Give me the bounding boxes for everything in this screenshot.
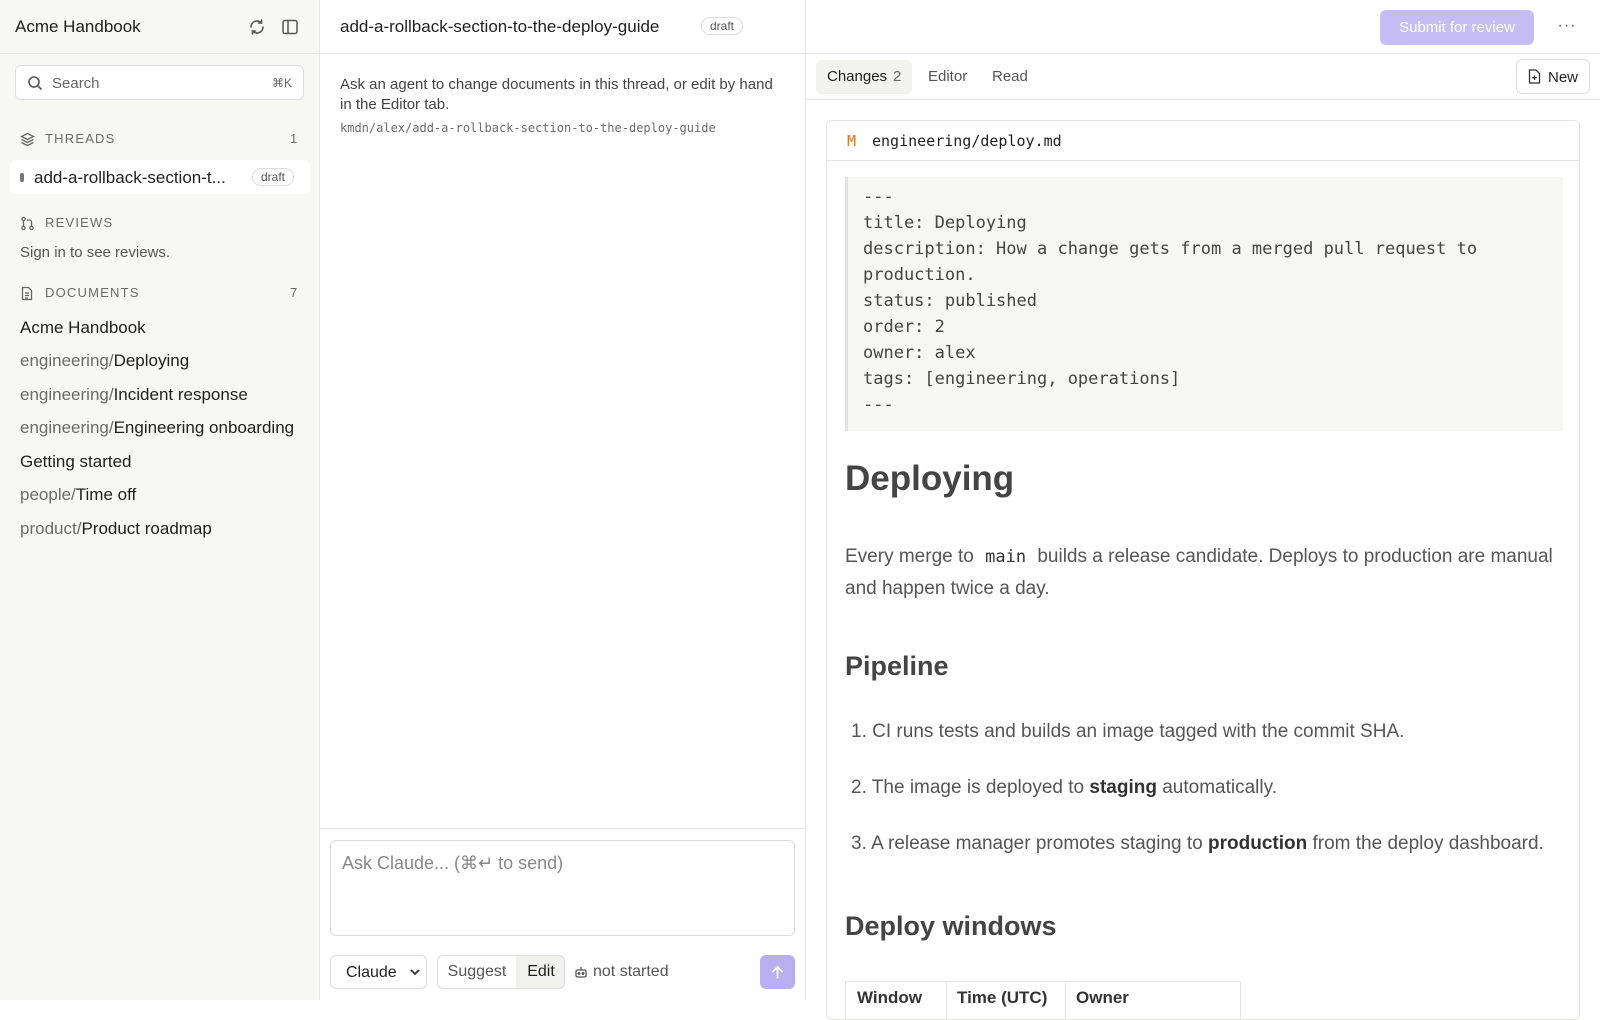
- tab-editor[interactable]: Editor: [917, 60, 978, 94]
- frontmatter-line: order: 2: [863, 317, 945, 337]
- search-input[interactable]: Search ⌘K: [15, 65, 304, 100]
- table-column-divider: [946, 982, 947, 1019]
- frontmatter-line: tags: [engineering, operations]: [863, 369, 1181, 389]
- document-item[interactable]: engineering/Deploying: [20, 351, 189, 371]
- prompt-placeholder: Ask Claude... (⌘↵ to send): [342, 853, 564, 873]
- inline-code: main: [985, 547, 1027, 567]
- deploy-windows-table: Window Time (UTC) Owner: [845, 981, 1241, 1019]
- chevron-down-icon: [409, 965, 421, 983]
- document-item[interactable]: product/Product roadmap: [20, 519, 212, 539]
- document-item[interactable]: engineering/Engineering onboarding: [20, 418, 294, 438]
- tab-read[interactable]: Read: [981, 60, 1039, 94]
- documents-count: 7: [290, 285, 298, 300]
- model-select[interactable]: Claude: [330, 955, 427, 989]
- app-window: Acme Handbook Search ⌘K THREADS 1 add-a-…: [0, 0, 1600, 1020]
- document-item[interactable]: Acme Handbook: [20, 318, 146, 338]
- frontmatter-line: title: Deploying: [863, 213, 1027, 233]
- thread-name: add-a-rollback-section-t...: [34, 168, 226, 187]
- reviews-signin-note: Sign in to see reviews.: [20, 244, 171, 261]
- review-tabs: Changes 2 Editor Read New: [806, 54, 1600, 100]
- model-select-value: Claude: [346, 964, 397, 981]
- branch-path: kmdn/alex/add-a-rollback-section-to-the-…: [340, 121, 716, 135]
- composer-divider: [320, 828, 806, 829]
- changes-panel: Changes 2 Editor Read New M engineering/d…: [806, 54, 1600, 1020]
- thread-draft-badge: draft: [252, 168, 295, 186]
- pipeline-step: 2. The image is deployed to staging auto…: [851, 777, 1277, 798]
- prompt-textarea[interactable]: Ask Claude... (⌘↵ to send): [330, 840, 795, 936]
- frontmatter-line: ---: [863, 395, 894, 415]
- document-heading: Deploying: [845, 459, 1015, 498]
- search-placeholder: Search: [52, 75, 100, 92]
- threads-count: 1: [290, 131, 298, 146]
- pipeline-heading: Pipeline: [845, 651, 949, 681]
- frontmatter-line: owner: alex: [863, 343, 976, 363]
- mode-toggle: Suggest Edit: [437, 955, 565, 989]
- send-button[interactable]: [760, 955, 795, 989]
- document-item[interactable]: people/Time off: [20, 485, 136, 505]
- arrow-up-icon: [770, 964, 785, 984]
- thread-status-dot: [20, 173, 24, 182]
- submit-for-review-button[interactable]: Submit for review: [1380, 10, 1534, 45]
- tab-changes[interactable]: Changes 2: [816, 60, 913, 94]
- search-icon: [27, 75, 43, 95]
- search-shortcut: ⌘K: [271, 76, 292, 90]
- document-icon: [20, 286, 34, 304]
- reviews-label: REVIEWS: [45, 215, 114, 230]
- file-diff-card: M engineering/deploy.md --- title: Deplo…: [826, 120, 1580, 1020]
- thread-help-text: Ask an agent to change documents in this…: [340, 76, 773, 113]
- more-options-button[interactable]: ···: [1552, 12, 1582, 42]
- deploy-windows-heading: Deploy windows: [845, 911, 1057, 941]
- pipeline-step: 3. A release manager promotes staging to…: [851, 833, 1544, 854]
- document-item[interactable]: Getting started: [20, 452, 132, 472]
- document-item[interactable]: engineering/Incident response: [20, 385, 248, 405]
- pull-request-icon: [20, 216, 35, 234]
- documents-label: DOCUMENTS: [45, 285, 140, 300]
- changes-count: 2: [893, 68, 902, 85]
- thread-panel: Ask an agent to change documents in this…: [320, 0, 806, 1000]
- file-path: engineering/deploy.md: [872, 132, 1062, 150]
- sidebar-header: Acme Handbook: [0, 0, 320, 54]
- new-button-label: New: [1548, 69, 1579, 86]
- table-header-cell: Owner: [1076, 988, 1129, 1007]
- sidebar-toggle-icon[interactable]: [278, 15, 302, 39]
- agent-status-text: not started: [593, 963, 669, 980]
- file-header[interactable]: M engineering/deploy.md: [827, 121, 1579, 161]
- robot-icon: [574, 965, 588, 984]
- sidebar: Acme Handbook Search ⌘K THREADS 1 add-a-…: [0, 0, 320, 1000]
- pipeline-step: 1. CI runs tests and builds an image tag…: [851, 721, 1405, 742]
- frontmatter-line: production.: [863, 265, 976, 285]
- frontmatter-line: status: published: [863, 291, 1037, 311]
- frontmatter-block: --- title: Deploying description: How a …: [845, 177, 1563, 431]
- workspace-title[interactable]: Acme Handbook: [15, 17, 141, 37]
- file-modified-status: M: [847, 132, 857, 150]
- frontmatter-line: ---: [863, 187, 894, 207]
- edit-mode-button[interactable]: Edit: [516, 956, 564, 988]
- table-header-cell: Window: [857, 988, 922, 1007]
- layers-icon: [20, 132, 35, 150]
- table-column-divider: [1065, 982, 1066, 1019]
- refresh-icon[interactable]: [245, 15, 269, 39]
- suggest-mode-button[interactable]: Suggest: [438, 956, 516, 988]
- intro-paragraph: Every merge to main builds a release can…: [845, 546, 1553, 599]
- thread-item[interactable]: add-a-rollback-section-t... draft: [10, 160, 310, 194]
- frontmatter-line: description: How a change gets from a me…: [863, 239, 1478, 259]
- threads-label: THREADS: [45, 131, 116, 146]
- new-document-icon: [1528, 69, 1541, 88]
- new-document-button[interactable]: New: [1516, 59, 1590, 94]
- table-header-cell: Time (UTC): [957, 988, 1048, 1007]
